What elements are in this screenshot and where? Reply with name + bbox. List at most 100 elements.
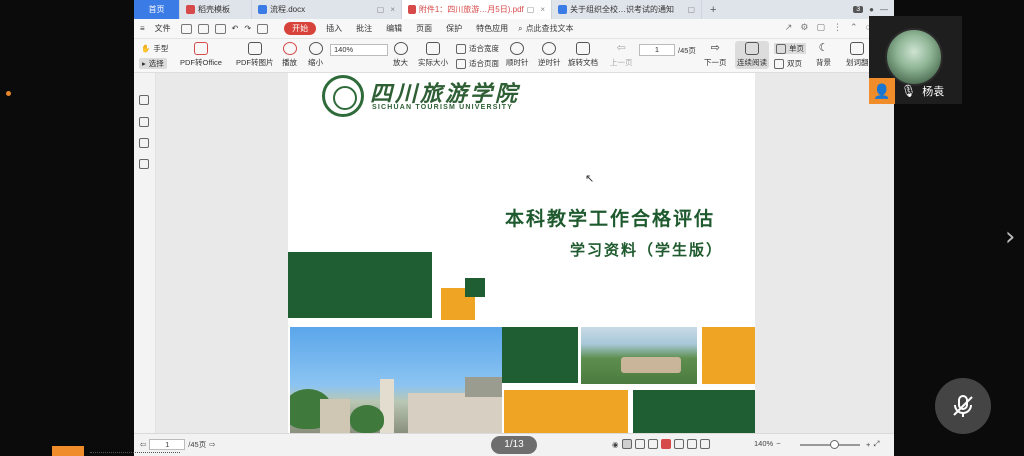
- fit-icon[interactable]: [673, 439, 684, 449]
- button-label: PDF转Office: [180, 58, 222, 67]
- undo-icon[interactable]: ↶: [232, 24, 239, 33]
- comment-icon[interactable]: ▢: [816, 22, 825, 35]
- zoom-level-field[interactable]: 140%: [330, 44, 388, 56]
- chevron-right-icon[interactable]: ›: [1005, 222, 1015, 252]
- window-count-badge[interactable]: 3: [853, 6, 864, 13]
- minimize-icon[interactable]: —: [880, 5, 888, 14]
- redo-icon[interactable]: ↷: [244, 24, 251, 33]
- tab-flow-docx[interactable]: 流程.docx ▢ ×: [252, 0, 402, 19]
- pdf-to-office-button[interactable]: PDF转Office: [180, 42, 222, 68]
- zoom-in-button[interactable]: 放大: [393, 42, 408, 68]
- tab-label: 首页: [148, 5, 165, 14]
- print-icon[interactable]: [214, 23, 226, 34]
- double-page-button[interactable]: 双页: [774, 58, 802, 69]
- document-canvas[interactable]: 四川旅游学院 SICHUAN TOURISM UNIVERSITY ↖ 本科教学…: [156, 73, 894, 433]
- next-page-button[interactable]: ⇨ 下一页: [704, 42, 727, 68]
- menu-protect[interactable]: 保护: [442, 23, 466, 34]
- select-tool[interactable]: ▸ 选择: [139, 58, 167, 69]
- grid-icon[interactable]: [686, 439, 697, 449]
- tab-attachment-pdf[interactable]: 附件1：四川旅游…月5日).pdf ▢ ×: [402, 0, 552, 19]
- green-block: [502, 327, 578, 383]
- actual-size-button[interactable]: 实际大小: [418, 42, 448, 68]
- menu-insert[interactable]: 插入: [322, 23, 346, 34]
- continuous-reading-button[interactable]: 连续阅读: [735, 41, 769, 69]
- single-view-icon[interactable]: [621, 439, 632, 449]
- play-button[interactable]: 播放: [282, 42, 297, 68]
- gear-icon[interactable]: ⚙: [800, 22, 808, 35]
- tab-home[interactable]: 首页: [134, 0, 180, 19]
- menu-comment[interactable]: 批注: [352, 23, 376, 34]
- more-icon[interactable]: ⋮: [833, 22, 842, 35]
- tab-docer-templates[interactable]: 稻壳模板: [180, 0, 252, 19]
- menu-file[interactable]: 文件: [151, 23, 175, 34]
- tab-exam-notice[interactable]: 关于组织全校…识考试的通知 ▢: [552, 0, 702, 19]
- button-label: 顺时针: [506, 58, 529, 67]
- expand-icon[interactable]: ⤢: [873, 439, 879, 449]
- taskbar-app-icon[interactable]: [52, 446, 84, 456]
- attachment-icon[interactable]: [139, 138, 149, 148]
- rotate-document-button[interactable]: 旋转文档: [568, 42, 598, 68]
- arrow-right-icon[interactable]: ⇨: [209, 440, 215, 449]
- prev-page-button[interactable]: ⇦ 上一页: [610, 42, 633, 68]
- save-icon[interactable]: [197, 23, 209, 34]
- fit-width-button[interactable]: 适合宽度: [456, 43, 499, 54]
- campus-gate-photo: [290, 327, 502, 433]
- zoom-in-icon: [393, 42, 408, 55]
- status-page-total: /45页: [188, 440, 207, 449]
- fit-page-button[interactable]: 适合页面: [456, 58, 499, 69]
- actual-size-icon: [426, 42, 440, 55]
- image-icon[interactable]: [139, 117, 149, 127]
- pin-icon[interactable]: ▢: [527, 5, 535, 14]
- zoom-plus-icon[interactable]: +: [866, 440, 870, 449]
- rotate-clockwise-button[interactable]: 顺时针: [506, 42, 529, 68]
- page-number-input[interactable]: 1: [639, 44, 675, 56]
- thumbnails-icon[interactable]: [139, 95, 149, 105]
- word-translate-button[interactable]: 划词翻: [846, 42, 869, 68]
- menu-edit[interactable]: 编辑: [382, 23, 406, 34]
- annotation-icon[interactable]: [139, 159, 149, 169]
- participant-name: 杨袁: [922, 86, 945, 98]
- background-button[interactable]: ☾ 背景: [816, 42, 831, 68]
- convert-icon[interactable]: [257, 23, 269, 34]
- green-block: [633, 390, 755, 433]
- hamburger-icon[interactable]: ≡: [140, 24, 145, 33]
- mic-icon: 🎙: [901, 84, 917, 98]
- pin-icon[interactable]: ▢: [377, 5, 385, 14]
- find-text-search[interactable]: ⌕ 点此查找文本: [518, 23, 573, 34]
- double-view-icon[interactable]: [634, 439, 645, 449]
- zoom-out-button[interactable]: 缩小: [308, 42, 323, 68]
- docer-icon: [186, 5, 195, 14]
- zoom-slider[interactable]: [800, 440, 860, 449]
- open-folder-icon[interactable]: [180, 23, 192, 34]
- collapse-icon[interactable]: ⌃: [850, 22, 858, 35]
- play-icon[interactable]: [660, 439, 671, 449]
- hand-tool[interactable]: ✋ 手型: [141, 43, 168, 54]
- button-label: 背景: [816, 58, 831, 67]
- new-tab-button[interactable]: +: [702, 0, 724, 19]
- close-icon[interactable]: ×: [540, 5, 545, 14]
- fit-page-icon: [456, 58, 466, 69]
- campus-stone-photo: [581, 327, 697, 384]
- translate-icon: [850, 42, 865, 55]
- arrow-left-icon[interactable]: ⇦: [140, 440, 146, 449]
- eye-icon[interactable]: ◉: [612, 440, 619, 449]
- mute-mic-button[interactable]: [935, 378, 991, 434]
- book-view-icon[interactable]: [647, 439, 658, 449]
- zoom-minus-icon[interactable]: −: [776, 439, 780, 448]
- button-label: 旋转文档: [568, 58, 598, 67]
- participant-video-tile[interactable]: 👤 🎙 杨袁: [869, 16, 962, 104]
- single-page-button[interactable]: 单页: [774, 43, 806, 54]
- pdf-to-image-button[interactable]: PDF转图片: [236, 42, 274, 68]
- fullscreen-icon[interactable]: [699, 439, 710, 449]
- user-avatar-icon[interactable]: ●: [869, 5, 874, 14]
- pin-icon[interactable]: ▢: [687, 5, 695, 14]
- tab-label: 流程.docx: [270, 5, 306, 14]
- status-page-input[interactable]: 1: [149, 439, 186, 450]
- menu-special-apps[interactable]: 特色应用: [472, 23, 512, 34]
- menu-page[interactable]: 页面: [412, 23, 436, 34]
- zoom-slider-handle[interactable]: [830, 440, 839, 449]
- share-icon[interactable]: ↗: [785, 22, 793, 35]
- menu-start[interactable]: 开始: [284, 22, 317, 35]
- rotate-counterclockwise-button[interactable]: 逆时针: [538, 42, 561, 68]
- close-icon[interactable]: ×: [390, 5, 395, 14]
